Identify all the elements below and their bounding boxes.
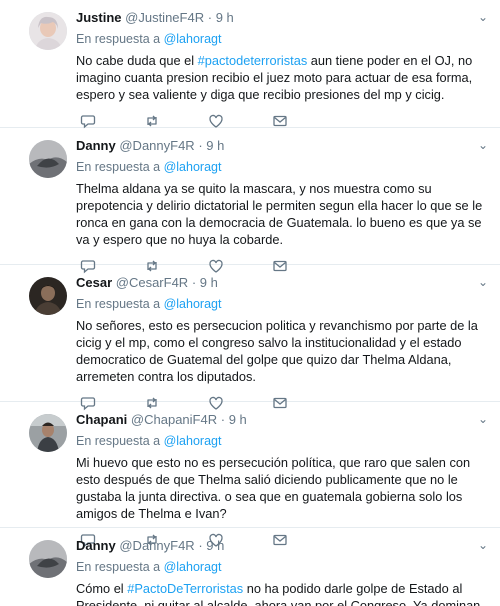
avatar[interactable] bbox=[29, 12, 67, 50]
author-handle[interactable]: @CesarF4R bbox=[116, 275, 188, 290]
chevron-down-icon[interactable]: ⌄ bbox=[478, 275, 488, 289]
separator-dot: · bbox=[198, 138, 203, 153]
reply-prefix: En respuesta a bbox=[76, 297, 161, 311]
tweet-timestamp[interactable]: 9 h bbox=[200, 275, 218, 290]
tweet-timestamp[interactable]: 9 h bbox=[206, 138, 224, 153]
like-icon bbox=[208, 113, 224, 129]
reply-context: En respuesta a @lahoragt bbox=[76, 296, 488, 312]
reply-prefix: En respuesta a bbox=[76, 160, 161, 174]
tweet-feed: Justine @JustineF4R · 9 h ⌄ En respuesta… bbox=[0, 0, 500, 606]
reply-context: En respuesta a @lahoragt bbox=[76, 433, 488, 449]
message-icon bbox=[272, 113, 288, 129]
direct-message-button[interactable] bbox=[272, 113, 336, 129]
retweet-icon bbox=[144, 113, 160, 129]
tweet-header: Cesar @CesarF4R · 9 h bbox=[76, 275, 488, 291]
reply-prefix: En respuesta a bbox=[76, 32, 161, 46]
avatar[interactable] bbox=[29, 414, 67, 452]
avatar[interactable] bbox=[29, 540, 67, 578]
tweet-header: Chapani @ChapaniF4R · 9 h bbox=[76, 412, 488, 428]
reply-context: En respuesta a @lahoragt bbox=[76, 159, 488, 175]
tweet-item[interactable]: Cesar @CesarF4R · 9 h ⌄ En respuesta a @… bbox=[0, 265, 500, 411]
author-handle[interactable]: @JustineF4R bbox=[125, 10, 204, 25]
tweet-timestamp[interactable]: 9 h bbox=[229, 412, 247, 427]
author-name[interactable]: Cesar bbox=[76, 275, 112, 290]
tweet-text: No cabe duda que el #pactodeterroristas … bbox=[76, 52, 488, 103]
chevron-down-icon[interactable]: ⌄ bbox=[478, 10, 488, 24]
separator-dot: · bbox=[207, 10, 213, 25]
tweet-item[interactable]: Chapani @ChapaniF4R · 9 h ⌄ En respuesta… bbox=[0, 402, 500, 548]
tweet-header: Danny @DannyF4R · 9 h bbox=[76, 138, 488, 154]
reply-icon bbox=[80, 113, 96, 129]
reply-prefix: En respuesta a bbox=[76, 560, 161, 574]
reply-mention-link[interactable]: @lahoragt bbox=[164, 297, 222, 311]
author-handle[interactable]: @DannyF4R bbox=[119, 538, 194, 553]
tweet-item[interactable]: Danny @DannyF4R · 9 h ⌄ En respuesta a @… bbox=[0, 128, 500, 274]
chevron-down-icon[interactable]: ⌄ bbox=[478, 412, 488, 426]
hashtag-link[interactable]: #PactoDeTerroristas bbox=[127, 581, 243, 596]
retweet-button[interactable] bbox=[144, 113, 208, 129]
author-name[interactable]: Justine bbox=[76, 10, 122, 25]
reply-mention-link[interactable]: @lahoragt bbox=[164, 160, 222, 174]
tweet-text: Mi huevo que esto no es persecución polí… bbox=[76, 455, 471, 521]
separator-dot: · bbox=[198, 538, 203, 553]
author-handle[interactable]: @ChapaniF4R bbox=[131, 412, 217, 427]
tweet-timestamp[interactable]: 9 h bbox=[216, 10, 234, 25]
tweet-text: Thelma aldana ya se quito la mascara, y … bbox=[76, 181, 483, 247]
hashtag-link[interactable]: #pactodeterroristas bbox=[198, 53, 308, 68]
separator-dot: · bbox=[191, 275, 197, 290]
tweet-item[interactable]: Danny @DannyF4R · 9 h ⌄ En respuesta a @… bbox=[0, 528, 500, 606]
avatar[interactable] bbox=[29, 140, 67, 178]
author-name[interactable]: Danny bbox=[76, 538, 116, 553]
author-handle[interactable]: @DannyF4R bbox=[119, 138, 194, 153]
separator-dot: · bbox=[220, 412, 226, 427]
tweet-text: No señores, esto es persecucion politica… bbox=[76, 318, 478, 384]
reply-mention-link[interactable]: @lahoragt bbox=[164, 32, 222, 46]
reply-button[interactable] bbox=[80, 113, 144, 129]
reply-context: En respuesta a @lahoragt bbox=[76, 31, 488, 47]
chevron-down-icon[interactable]: ⌄ bbox=[478, 138, 488, 152]
tweet-text-part: No cabe duda que el bbox=[76, 53, 198, 68]
reply-context: En respuesta a @lahoragt bbox=[76, 559, 488, 575]
reply-mention-link[interactable]: @lahoragt bbox=[164, 434, 222, 448]
tweet-timestamp[interactable]: 9 h bbox=[206, 538, 224, 553]
tweet-text-part: Cómo el bbox=[76, 581, 128, 596]
chevron-down-icon[interactable]: ⌄ bbox=[478, 538, 488, 552]
like-button[interactable] bbox=[208, 113, 272, 129]
reply-prefix: En respuesta a bbox=[76, 434, 161, 448]
author-name[interactable]: Danny bbox=[76, 138, 116, 153]
tweet-header: Danny @DannyF4R · 9 h bbox=[76, 538, 488, 554]
reply-mention-link[interactable]: @lahoragt bbox=[164, 560, 222, 574]
tweet-text: Cómo el #PactoDeTerroristas no ha podido… bbox=[76, 580, 488, 606]
avatar[interactable] bbox=[29, 277, 67, 315]
author-name[interactable]: Chapani bbox=[76, 412, 127, 427]
tweet-header: Justine @JustineF4R · 9 h bbox=[76, 10, 488, 26]
tweet-item[interactable]: Justine @JustineF4R · 9 h ⌄ En respuesta… bbox=[0, 0, 500, 129]
